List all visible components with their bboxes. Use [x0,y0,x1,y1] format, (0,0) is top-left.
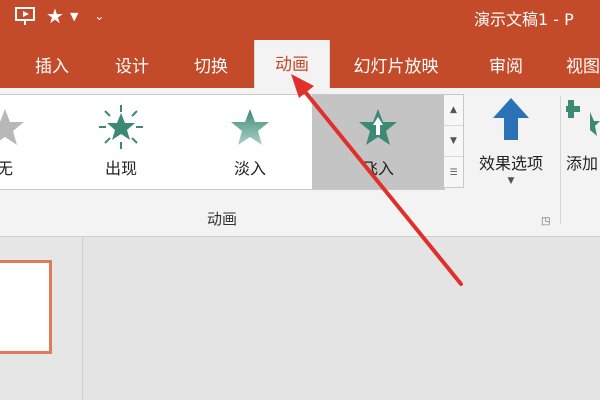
gallery-more-icon[interactable]: ☰ [444,157,463,188]
add-animation-label: 添加 [566,154,599,173]
title-bar: ★ ▼ ⌄ 演示文稿1 - P [0,0,600,38]
effect-options-button[interactable]: 效果选项 ▼ [470,94,552,186]
effect-options-label: 效果选项 [478,154,543,173]
animation-appear[interactable]: 出现 [75,95,167,189]
star-fade-icon [228,105,272,149]
customize-qat-icon[interactable]: ⌄ [94,10,104,22]
slide-thumbnails-pane [0,237,83,400]
tab-design[interactable]: 设计 [98,50,166,88]
gallery-scrollbar[interactable]: ▲ ▼ ☰ [444,94,464,188]
quick-access-toolbar: ★ ▼ ⌄ [14,4,104,28]
tab-insert[interactable]: 插入 [18,50,86,88]
add-animation-icon [562,94,600,146]
tab-animations[interactable]: 动画 [254,40,330,88]
slide-thumbnail[interactable] [0,260,52,354]
animation-label: 无 [0,159,13,178]
star-icon[interactable]: ★ [46,6,64,26]
chevron-down-icon: ▼ [507,176,515,186]
animation-gallery: 无 出现 淡入 飞入 [0,94,445,190]
present-from-start-icon[interactable] [14,5,36,27]
up-arrow-icon [491,94,531,146]
scroll-up-icon[interactable]: ▲ [444,95,463,126]
document-title: 演示文稿1 - P [474,10,574,29]
animation-none[interactable]: 无 [0,95,50,189]
animation-label: 出现 [104,159,137,178]
tab-review[interactable]: 审阅 [472,50,540,88]
slide-area [0,237,600,400]
animation-fly-in[interactable]: 飞入 [312,95,444,189]
group-label-animation: 动画 [207,210,238,228]
dialog-launcher-icon[interactable]: ◳ [541,216,550,227]
star-burst-icon [98,105,144,149]
animation-label: 淡入 [233,159,266,178]
tab-view[interactable]: 视图 [556,50,600,88]
scroll-down-icon[interactable]: ▼ [444,126,463,157]
chevron-down-icon[interactable]: ▼ [70,11,78,22]
animation-label: 飞入 [361,159,394,178]
add-animation-button[interactable]: 添加 [562,94,600,174]
tab-slideshow[interactable]: 幻灯片放映 [336,50,456,88]
ribbon-panel: 无 出现 淡入 飞入 ▲ ▼ ☰ 效果选项 ▼ 添加 动画 ◳ [0,88,600,237]
animation-fade[interactable]: 淡入 [204,95,296,189]
tab-transitions[interactable]: 切换 [177,50,245,88]
group-divider [560,96,561,224]
star-fly-in-icon [356,105,400,149]
star-outline-icon [0,105,27,149]
